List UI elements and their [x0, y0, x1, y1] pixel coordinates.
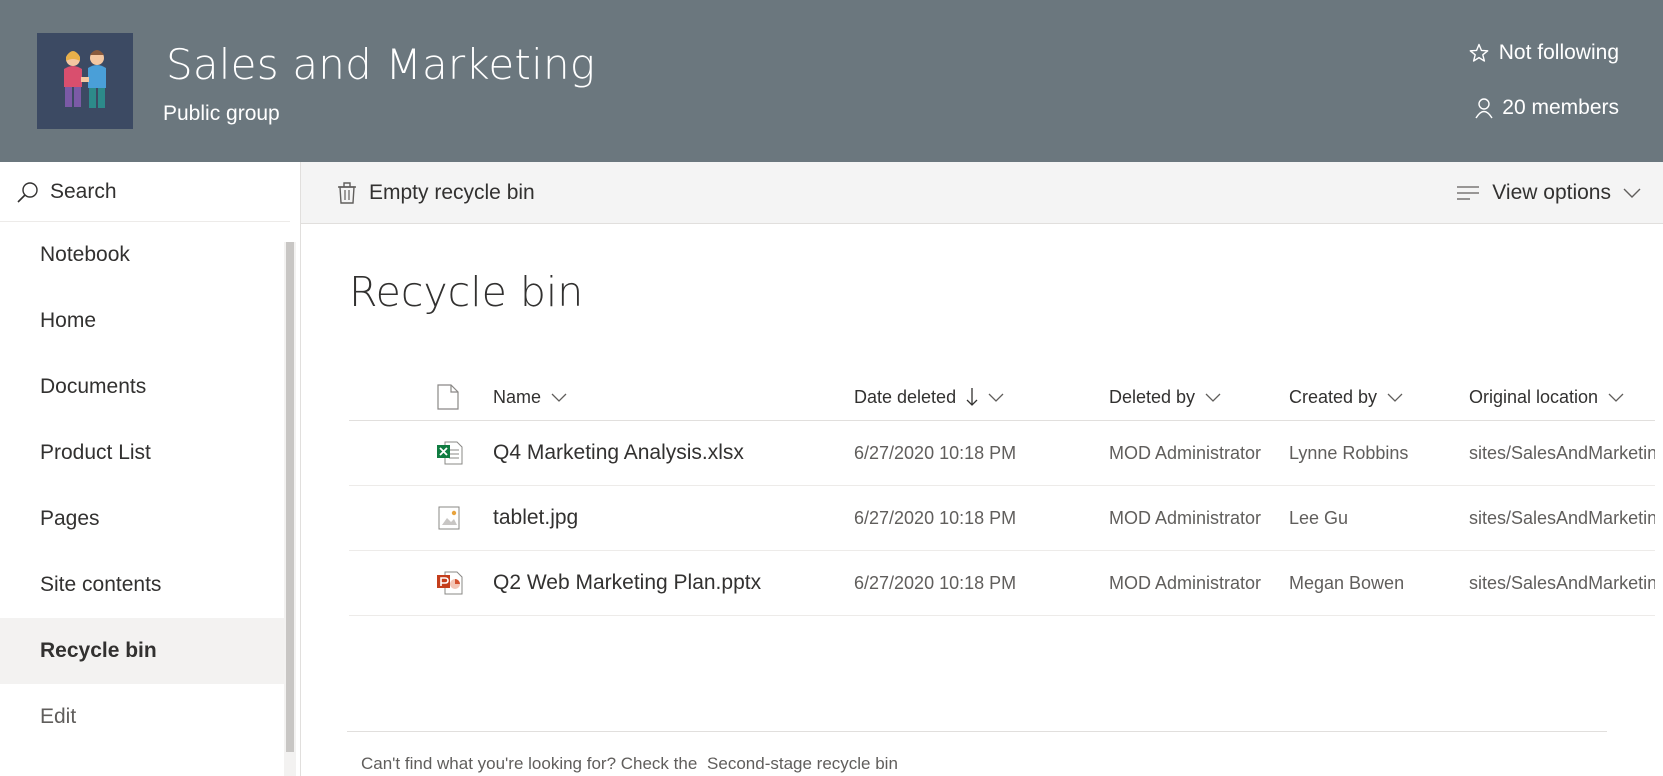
- column-original-location-label: Original location: [1469, 386, 1599, 407]
- column-deleted-by-label: Deleted by: [1109, 386, 1196, 407]
- view-options-button[interactable]: View options: [1456, 162, 1641, 224]
- column-header-created-by[interactable]: Created by: [1289, 374, 1469, 420]
- search-placeholder: Search: [50, 179, 117, 203]
- list-row[interactable]: tablet.jpg 6/27/2020 10:18 PM MOD Admini…: [349, 486, 1663, 551]
- deleted-by: MOD Administrator: [1109, 442, 1262, 463]
- file-name[interactable]: tablet.jpg: [493, 486, 833, 550]
- list-row[interactable]: Q2 Web Marketing Plan.pptx 6/27/2020 10:…: [349, 551, 1663, 616]
- file-type-header[interactable]: [437, 374, 467, 420]
- list-header-row: Name Date deleted Deleted by Created by …: [349, 374, 1663, 421]
- lines-icon: [1457, 186, 1480, 200]
- second-stage-recycle-bin-link[interactable]: Second-stage recycle bin: [707, 754, 898, 773]
- nav-edit-link[interactable]: Edit: [0, 684, 284, 750]
- command-bar: Empty recycle bin View options: [301, 162, 1663, 224]
- nav-item-documents[interactable]: Documents: [0, 354, 284, 420]
- trash-icon: [338, 182, 356, 204]
- date-deleted: 6/27/2020 10:18 PM: [854, 442, 1017, 463]
- site-header: Sales and Marketing Public group Not fol…: [0, 0, 1663, 162]
- left-navigation: Search Notebook Home Documents Product L…: [0, 162, 301, 776]
- star-icon: [1469, 43, 1489, 62]
- file-name[interactable]: Q4 Marketing Analysis.xlsx: [493, 421, 833, 485]
- chevron-down-icon: [1608, 393, 1624, 402]
- date-deleted: 6/27/2020 10:18 PM: [854, 507, 1017, 528]
- created-by: Megan Bowen: [1289, 572, 1405, 593]
- deleted-by: MOD Administrator: [1109, 572, 1262, 593]
- follow-label: Not following: [1498, 41, 1619, 64]
- column-name-label: Name: [493, 386, 542, 407]
- nav-scrollbar[interactable]: [284, 242, 296, 776]
- original-location: sites/SalesAndMarketin: [1469, 572, 1658, 593]
- recycle-bin-list: Name Date deleted Deleted by Created by …: [349, 374, 1663, 616]
- page-title: Recycle bin: [349, 268, 584, 316]
- nav-item-home[interactable]: Home: [0, 288, 284, 354]
- sort-descending-icon: [966, 387, 978, 407]
- people-handshake-icon: [64, 50, 106, 108]
- date-deleted: 6/27/2020 10:18 PM: [854, 572, 1017, 593]
- column-header-deleted-by[interactable]: Deleted by: [1109, 374, 1284, 420]
- deleted-by: MOD Administrator: [1109, 507, 1262, 528]
- footer-text: Can't find what you're looking for? Chec…: [361, 754, 698, 773]
- column-header-date-deleted[interactable]: Date deleted: [854, 374, 1094, 420]
- view-options-label: View options: [1492, 181, 1611, 204]
- chevron-down-icon: [1623, 188, 1641, 198]
- nav-item-product-list[interactable]: Product List: [0, 420, 284, 486]
- nav-list: Notebook Home Documents Product List Pag…: [0, 222, 284, 750]
- person-icon: [1475, 98, 1493, 119]
- main-scrollbar[interactable]: [1655, 224, 1663, 776]
- chevron-down-icon: [988, 393, 1004, 402]
- nav-item-site-contents[interactable]: Site contents: [0, 552, 284, 618]
- nav-item-recycle-bin[interactable]: Recycle bin: [0, 618, 284, 684]
- chevron-down-icon: [551, 393, 567, 402]
- powerpoint-file-icon: [437, 551, 467, 615]
- excel-file-icon: [437, 421, 467, 485]
- footer-divider: [347, 731, 1607, 732]
- site-logo[interactable]: [37, 33, 133, 129]
- created-by: Lee Gu: [1289, 507, 1349, 528]
- column-created-by-label: Created by: [1289, 386, 1378, 407]
- empty-recycle-bin-label: Empty recycle bin: [369, 181, 535, 204]
- list-row[interactable]: Q4 Marketing Analysis.xlsx 6/27/2020 10:…: [349, 421, 1663, 486]
- members-label: 20 members: [1502, 96, 1619, 119]
- members-button[interactable]: 20 members: [1474, 96, 1619, 120]
- image-file-icon: [437, 486, 467, 550]
- footer-message: Can't find what you're looking for? Chec…: [361, 754, 898, 774]
- file-name[interactable]: Q2 Web Marketing Plan.pptx: [493, 551, 833, 615]
- column-header-name[interactable]: Name: [493, 374, 833, 420]
- site-title[interactable]: Sales and Marketing: [166, 40, 595, 89]
- search-icon: [16, 180, 40, 204]
- main-content: Recycle bin Name Date deleted Deleted by…: [301, 224, 1663, 776]
- document-icon: [437, 384, 459, 410]
- search-box[interactable]: Search: [0, 162, 290, 222]
- column-header-original-location[interactable]: Original location: [1469, 374, 1663, 420]
- original-location: sites/SalesAndMarketin: [1469, 442, 1658, 463]
- original-location: sites/SalesAndMarketin: [1469, 507, 1658, 528]
- follow-button[interactable]: Not following: [1469, 41, 1619, 65]
- site-subtitle: Public group: [163, 102, 280, 125]
- chevron-down-icon: [1387, 393, 1403, 402]
- column-date-deleted-label: Date deleted: [854, 386, 957, 407]
- created-by: Lynne Robbins: [1289, 442, 1409, 463]
- empty-recycle-bin-button[interactable]: Empty recycle bin: [337, 162, 535, 224]
- chevron-down-icon: [1205, 393, 1221, 402]
- nav-item-notebook[interactable]: Notebook: [0, 222, 284, 288]
- nav-item-pages[interactable]: Pages: [0, 486, 284, 552]
- nav-scrollbar-thumb[interactable]: [286, 242, 294, 752]
